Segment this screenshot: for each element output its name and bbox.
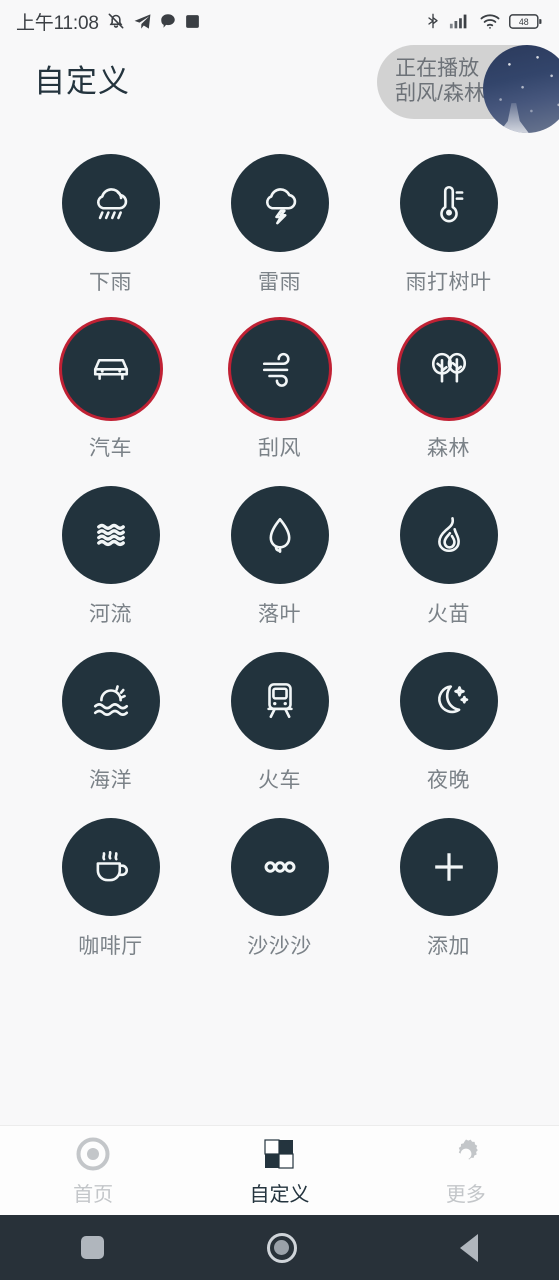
page-header: 自定义 正在播放 刮风/森林 (0, 42, 559, 133)
car-icon (83, 341, 139, 397)
sound-tile-wind[interactable]: 刮风 (195, 320, 364, 462)
plus-icon (423, 841, 475, 893)
sound-tile-label: 汽车 (89, 437, 132, 460)
sound-bubble[interactable] (230, 652, 329, 750)
chat-bubble-icon (161, 14, 175, 28)
sound-tile-label: 雨打树叶 (405, 271, 492, 294)
sound-tile-coffee-cup[interactable]: 咖啡厅 (26, 818, 195, 960)
sound-tile-water-waves[interactable]: 河流 (26, 486, 195, 628)
recents-square-icon[interactable] (81, 1236, 105, 1259)
sound-bubble[interactable] (61, 320, 160, 418)
water-waves-icon (85, 509, 137, 561)
sound-bubble[interactable] (230, 320, 329, 418)
back-triangle-icon[interactable] (459, 1233, 478, 1262)
sound-tile-leaf[interactable]: 落叶 (195, 486, 364, 628)
ocean-sun-icon (83, 673, 139, 729)
tab-custom-label: 自定义 (249, 1184, 310, 1206)
sound-bubble[interactable] (399, 818, 498, 916)
wifi-icon (480, 14, 500, 29)
now-playing-track: 刮风/森林 (395, 82, 485, 105)
checkerboard-icon (264, 1139, 295, 1169)
leaf-icon (252, 507, 308, 563)
sound-bubble[interactable] (399, 154, 498, 252)
sound-tile-flame[interactable]: 火苗 (364, 486, 533, 628)
sound-tile-trees[interactable]: 森林 (364, 320, 533, 462)
sound-bubble[interactable] (61, 818, 160, 916)
sound-tile-label: 落叶 (258, 603, 301, 626)
sound-tile-ocean-sun[interactable]: 海洋 (26, 652, 195, 794)
sound-bubble[interactable] (399, 486, 498, 584)
tab-more-label: 更多 (445, 1184, 486, 1206)
wind-icon (252, 341, 308, 397)
flame-icon (421, 507, 477, 563)
sound-bubble[interactable] (61, 652, 160, 750)
now-playing-pill[interactable]: 正在播放 刮风/森林 (377, 45, 559, 133)
sound-tile-plus[interactable]: 添加 (364, 818, 533, 960)
sound-tile-label: 刮风 (258, 437, 301, 460)
sound-tile-thermometer[interactable]: 雨打树叶 (364, 154, 533, 296)
thermometer-icon (421, 175, 477, 231)
thunder-cloud-icon (252, 175, 308, 231)
sound-tile-three-dots[interactable]: 沙沙沙 (195, 818, 364, 960)
gear-icon (458, 1139, 478, 1160)
train-icon (252, 673, 308, 729)
home-circle-icon[interactable] (266, 1232, 297, 1263)
page-title: 自定义 (34, 64, 130, 99)
rain-cloud-icon (83, 175, 139, 231)
status-bar-left: 上午11:08 (16, 8, 201, 35)
coffee-cup-icon (83, 839, 139, 895)
sound-tile-car[interactable]: 汽车 (26, 320, 195, 462)
sound-tile-label: 下雨 (89, 271, 132, 294)
sound-tile-thunder-cloud[interactable]: 雷雨 (195, 154, 364, 296)
thumbnail-tower-shape (498, 103, 529, 133)
bell-muted-icon (108, 13, 124, 29)
sound-tile-label: 夜晚 (427, 769, 470, 792)
sound-tile-label: 火苗 (427, 603, 470, 626)
sound-tile-train[interactable]: 火车 (195, 652, 364, 794)
three-dots-icon (254, 841, 306, 893)
sound-tile-label: 添加 (427, 935, 470, 958)
sound-tile-label: 河流 (89, 603, 132, 626)
sound-bubble[interactable] (230, 486, 329, 584)
sound-tile-moon-stars[interactable]: 夜晚 (364, 652, 533, 794)
bluetooth-icon (428, 13, 438, 29)
sound-tile-label: 火车 (258, 769, 301, 792)
sound-bubble[interactable] (61, 486, 160, 584)
status-clock: 上午11:08 (16, 12, 99, 34)
sound-bubble[interactable] (230, 154, 329, 252)
record-circle-icon (76, 1137, 110, 1171)
battery-level-text: 48 (519, 17, 529, 27)
trees-icon (421, 341, 477, 397)
system-navigation-bar (0, 1215, 559, 1280)
night-sky-thumbnail (483, 45, 559, 133)
sound-tile-label: 沙沙沙 (247, 935, 312, 958)
tab-home[interactable]: 首页 (0, 1134, 186, 1207)
bottom-tab-bar: 首页 自定义 更多 (0, 1125, 559, 1215)
app-square-icon (185, 14, 199, 28)
sound-bubble[interactable] (61, 154, 160, 252)
sound-tile-label: 雷雨 (258, 271, 301, 294)
signal-bars-icon (449, 14, 467, 29)
telegram-send-icon (134, 13, 151, 29)
status-bar: 上午11:08 48 (0, 0, 559, 42)
sound-bubble[interactable] (399, 652, 498, 750)
tab-custom[interactable]: 自定义 (186, 1134, 372, 1207)
sound-bubble[interactable] (399, 320, 498, 418)
sound-grid: 下雨 雷雨 雨打树叶汽车 刮风 森林河流 落叶 火苗海洋 火车 夜晚咖啡厅 沙沙沙 添加 (0, 132, 559, 960)
sound-tile-rain-cloud[interactable]: 下雨 (26, 154, 195, 296)
moon-stars-icon (421, 673, 477, 729)
now-playing-status: 正在播放 (395, 57, 480, 81)
tab-more[interactable]: 更多 (373, 1134, 559, 1207)
status-bar-right: 48 (425, 11, 543, 31)
now-playing-text: 正在播放 刮风/森林 (395, 57, 485, 107)
battery-icon: 48 (509, 13, 542, 29)
sound-bubble[interactable] (230, 818, 329, 916)
sound-tile-label: 咖啡厅 (78, 935, 143, 958)
sound-tile-label: 森林 (427, 437, 470, 460)
sound-tile-label: 海洋 (89, 769, 132, 792)
tab-home-label: 首页 (73, 1184, 114, 1206)
